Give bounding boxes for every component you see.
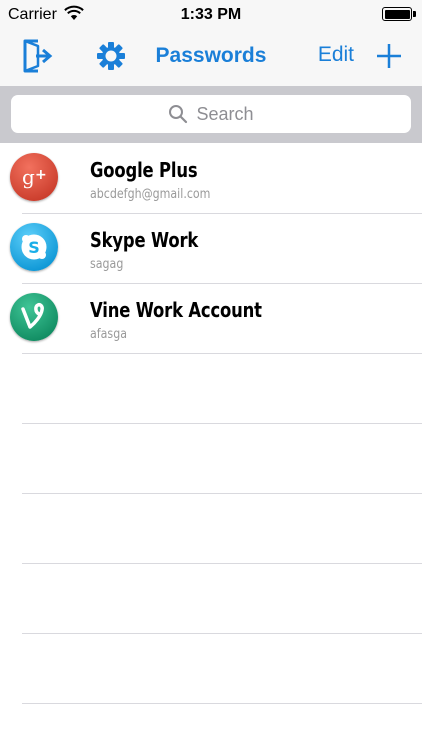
plus-icon — [377, 44, 401, 68]
account-name: Google Plus — [90, 158, 198, 182]
account-list: g + Google Plus abcdefgh@gmail.com S Sky… — [0, 143, 422, 750]
page-title: Passwords — [155, 44, 267, 67]
gear-icon — [97, 42, 125, 70]
empty-row — [0, 633, 422, 704]
svg-text:g: g — [22, 165, 35, 189]
empty-row — [0, 703, 422, 750]
vine-icon — [10, 293, 58, 341]
empty-row — [0, 493, 422, 564]
empty-row — [0, 563, 422, 634]
account-username: afasga — [90, 327, 127, 342]
svg-text:S: S — [28, 238, 40, 257]
account-name: Vine Work Account — [90, 298, 262, 322]
logout-button[interactable] — [22, 38, 54, 74]
edit-button[interactable]: Edit — [318, 43, 354, 67]
nav-bar: Passwords Edit — [0, 30, 422, 86]
google-plus-icon: g + — [10, 153, 58, 201]
status-time: 1:33 PM — [180, 6, 242, 23]
search-bar: Search — [0, 86, 422, 143]
settings-button[interactable] — [94, 38, 128, 74]
status-bar: Carrier 1:33 PM — [0, 0, 422, 30]
battery-icon — [382, 7, 412, 21]
empty-row — [0, 423, 422, 494]
list-item[interactable]: S Skype Work sagag — [0, 213, 422, 284]
logout-icon — [23, 39, 53, 73]
svg-text:+: + — [35, 167, 47, 183]
empty-row — [0, 353, 422, 424]
list-item[interactable]: g + Google Plus abcdefgh@gmail.com — [0, 143, 422, 214]
battery-cap — [413, 11, 416, 17]
account-username: abcdefgh@gmail.com — [90, 187, 211, 202]
search-placeholder: Search — [196, 103, 254, 124]
search-input[interactable]: Search — [11, 95, 411, 133]
search-icon — [169, 105, 188, 124]
account-username: sagag — [90, 257, 124, 272]
account-name: Skype Work — [90, 228, 199, 252]
skype-icon: S — [10, 223, 58, 271]
list-item[interactable]: Vine Work Account afasga — [0, 283, 422, 354]
add-button[interactable] — [374, 38, 404, 74]
